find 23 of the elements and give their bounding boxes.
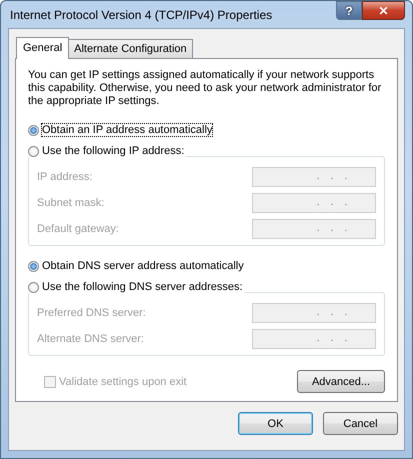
dialog-button[interactable]: OK <box>238 412 313 435</box>
field-label: Alternate DNS server: <box>37 333 144 345</box>
checkbox-label: Validate settings upon exit <box>59 376 187 388</box>
radio-button[interactable] <box>28 282 39 292</box>
field-label: IP address: <box>37 171 92 183</box>
field-label: Preferred DNS server: <box>37 307 146 319</box>
close-button[interactable]: ✕ <box>362 1 405 20</box>
tab[interactable]: General <box>16 37 70 59</box>
radio-button[interactable] <box>28 124 39 136</box>
radio-label: Obtain DNS server address automatically <box>42 260 244 272</box>
field-label: Default gateway: <box>37 223 119 235</box>
window-title: Internet Protocol Version 4 (TCP/IPv4) Properties <box>9 8 272 22</box>
radio-label: Obtain an IP address automatically <box>42 124 212 136</box>
radio-button[interactable] <box>28 146 39 156</box>
advanced-button[interactable]: Advanced... <box>297 370 385 393</box>
tab[interactable]: Alternate Configuration <box>68 39 193 58</box>
intro-text: You can get IP settings assigned automatically if your network supports this capability. Otherwise, you need to ask your network administrator for the appropriate IP settings. <box>28 69 382 108</box>
radio-label: Use the following IP address: <box>42 145 184 157</box>
field-label: Subnet mask: <box>37 197 104 209</box>
radio-label: Use the following DNS server addresses: <box>42 281 243 293</box>
radio-button[interactable] <box>28 260 39 272</box>
help-button[interactable]: ? <box>336 1 362 20</box>
dialog-button[interactable]: Cancel <box>323 412 398 435</box>
